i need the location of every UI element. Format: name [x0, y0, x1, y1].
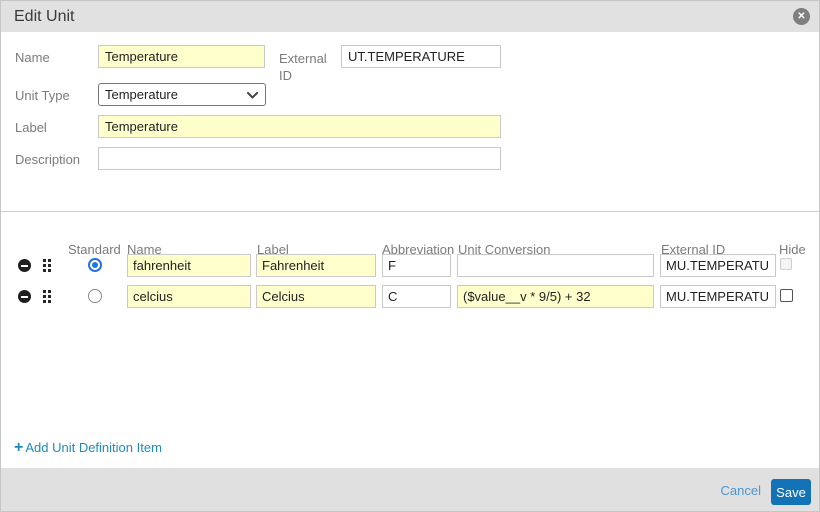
- drag-handle-icon[interactable]: [43, 290, 51, 303]
- row-unit-conversion-input[interactable]: [457, 254, 654, 277]
- cancel-button[interactable]: Cancel: [721, 483, 761, 498]
- footer-bar: Cancel Save: [1, 468, 819, 512]
- unit-type-label: Unit Type: [15, 88, 70, 103]
- dialog-title: Edit Unit: [14, 1, 74, 32]
- drag-handle-icon[interactable]: [43, 259, 51, 272]
- description-label: Description: [15, 152, 80, 167]
- row-label-input[interactable]: [256, 254, 376, 277]
- unit-type-selected-value: Temperature: [105, 87, 178, 102]
- add-unit-definition-item-link[interactable]: + Add Unit Definition Item: [14, 440, 162, 455]
- row-name-input[interactable]: [127, 285, 251, 308]
- minus-icon: [21, 265, 28, 267]
- row-external-id-input[interactable]: [660, 285, 776, 308]
- save-button[interactable]: Save: [771, 479, 811, 505]
- label-input[interactable]: [98, 115, 501, 138]
- row-label-input[interactable]: [256, 285, 376, 308]
- external-id-input[interactable]: [341, 45, 501, 68]
- label-label: Label: [15, 120, 47, 135]
- plus-icon: +: [14, 440, 23, 455]
- unit-type-select[interactable]: Temperature: [98, 83, 266, 106]
- name-label: Name: [15, 50, 50, 65]
- add-unit-definition-item-label: Add Unit Definition Item: [25, 440, 162, 455]
- col-header-hide: Hide: [779, 242, 806, 257]
- row-abbreviation-input[interactable]: [382, 254, 451, 277]
- section-divider: [1, 211, 819, 212]
- hide-checkbox[interactable]: [780, 289, 793, 302]
- external-id-label: External ID: [279, 50, 333, 84]
- standard-radio[interactable]: [88, 258, 102, 272]
- chevron-down-icon: [247, 92, 258, 99]
- description-input[interactable]: [98, 147, 501, 170]
- row-unit-conversion-input[interactable]: [457, 285, 654, 308]
- row-name-input[interactable]: [127, 254, 251, 277]
- close-button[interactable]: ✕: [793, 8, 810, 25]
- name-input[interactable]: [98, 45, 265, 68]
- remove-row-button[interactable]: [18, 259, 31, 272]
- edit-unit-dialog: Edit Unit ✕ Name External ID Unit Type T…: [0, 0, 820, 512]
- title-bar: Edit Unit ✕: [1, 1, 819, 32]
- row-external-id-input[interactable]: [660, 254, 776, 277]
- col-header-standard: Standard: [68, 242, 121, 257]
- standard-radio[interactable]: [88, 289, 102, 303]
- remove-row-button[interactable]: [18, 290, 31, 303]
- hide-checkbox: [780, 258, 792, 270]
- close-icon: ✕: [797, 11, 805, 22]
- minus-icon: [21, 296, 28, 298]
- row-abbreviation-input[interactable]: [382, 285, 451, 308]
